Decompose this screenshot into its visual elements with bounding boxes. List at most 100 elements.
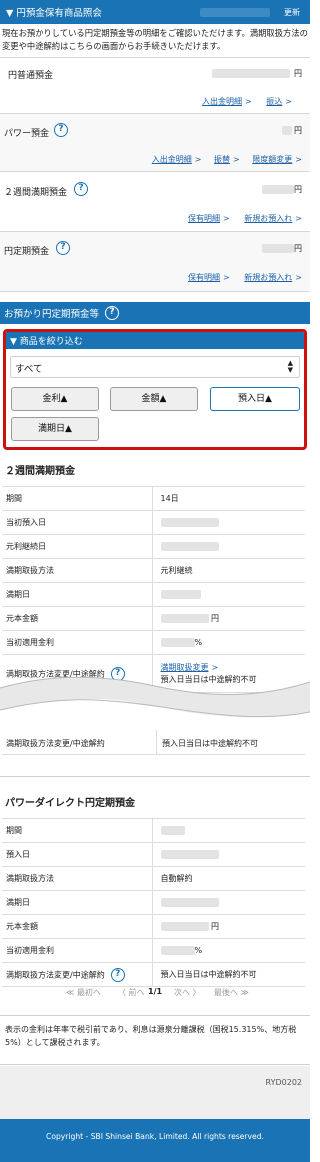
transfer-link[interactable]: 振替 xyxy=(214,155,230,164)
masked-balance xyxy=(282,126,292,135)
row-label: 期間 xyxy=(2,818,152,843)
help-icon[interactable]: ? xyxy=(110,967,125,982)
first-page-link[interactable]: ≪ 最初へ xyxy=(66,987,101,998)
row-label: 満期日 xyxy=(2,890,152,915)
balance-unit: 円 xyxy=(294,244,302,253)
row-label: 預入日 xyxy=(2,842,152,867)
account-row-2week: ２週間満期預金 ? 円 保有明細 > 新規お預入れ > xyxy=(0,172,310,232)
refresh-link[interactable]: 更新 xyxy=(284,7,300,18)
table-row: 満期取扱方法変更/中途解約? 預入日当日は中途解約不可 xyxy=(2,962,305,987)
sort-rate-button[interactable]: 金利▲ xyxy=(11,387,99,411)
holdings-description: 現在お預かりしている円定期預金等の明細をご確認いただけます。満期取扱方法の変更や… xyxy=(2,28,308,51)
table-row: 元本金額 円 xyxy=(2,606,305,631)
product1-title: ２週間満期預金 xyxy=(5,466,75,477)
chevron-right-icon: > xyxy=(223,214,230,223)
masked-value xyxy=(160,518,219,527)
masked-value xyxy=(160,898,219,907)
balance-unit: 円 xyxy=(294,126,302,135)
product2-title: パワーダイレクト円定期預金 xyxy=(5,798,135,809)
unit: % xyxy=(194,638,203,647)
product-select[interactable]: すべて ▲ ▼ xyxy=(10,356,300,378)
new-deposit-link[interactable]: 新規お預入れ xyxy=(244,214,292,223)
sort-amount-button[interactable]: 金額▲ xyxy=(110,387,198,411)
balance-unit: 円 xyxy=(294,185,302,194)
help-icon[interactable]: ? xyxy=(56,241,70,255)
row-value: 預入日当日は中途解約不可 xyxy=(162,739,258,748)
row-label: 当初適用金利 xyxy=(2,938,152,963)
filter-panel: ▼ 商品を絞り込む すべて ▲ ▼ 金利▲ 金額▲ 預入日▲ 満期日▲ xyxy=(3,329,307,450)
holdings-title: ▼ 円預金保有商品照会 xyxy=(6,8,102,19)
product2-table: 期間 預入日 満期取扱方法 自動解約 満期日 元本金額 円 当初適用金利 % 満… xyxy=(2,818,305,987)
masked-value xyxy=(160,614,209,623)
page-indicator: 1/1 xyxy=(148,987,163,996)
masked-timestamp xyxy=(200,7,270,17)
screen-id: RYD0202 xyxy=(265,1078,302,1087)
chevron-right-icon: > xyxy=(285,97,292,106)
masked-balance xyxy=(262,185,294,194)
screen-id-area: RYD0202 xyxy=(0,1066,310,1119)
holdings-detail-link[interactable]: 保有明細 xyxy=(188,273,220,282)
holdings-detail-link[interactable]: 保有明細 xyxy=(188,214,220,223)
chevron-right-icon: > xyxy=(194,155,202,164)
row-value: 14日 xyxy=(151,486,305,511)
torn-edge-divider xyxy=(0,676,310,718)
sort-deposit-date-button[interactable]: 預入日▲ xyxy=(210,387,300,411)
help-icon[interactable]: ? xyxy=(54,123,68,137)
table-row: 期間 xyxy=(2,818,305,843)
table-row: 当初預入日 xyxy=(2,510,305,535)
account-row-savings: 円普通預金 円 入出金明細 > 振込 > xyxy=(0,57,310,114)
help-icon[interactable]: ? xyxy=(74,182,88,196)
sort-maturity-date-button[interactable]: 満期日▲ xyxy=(11,417,99,441)
torn-row: 満期取扱方法変更/中途解約 預入日当日は中途解約不可 xyxy=(2,730,305,755)
chevron-right-icon: > xyxy=(295,273,302,282)
new-deposit-link[interactable]: 新規お預入れ xyxy=(244,273,292,282)
table-row: 期間 14日 xyxy=(2,486,305,511)
footnote-box: 表示の金利は年率で税引前であり、利息は源泉分離課税（国税15.315%、地方税5… xyxy=(0,1015,310,1065)
product1-table: 期間 14日 当初預入日 元利継続日 満期取扱方法 元利継続 満期日 元本金額 … xyxy=(2,486,305,693)
row-label: 期間 xyxy=(2,486,152,511)
next-page-link[interactable]: 次へ 〉 xyxy=(174,987,201,998)
filter-header[interactable]: ▼ 商品を絞り込む xyxy=(6,332,304,349)
filter-title: ▼ 商品を絞り込む xyxy=(10,337,83,347)
select-arrows-icon: ▲ ▼ xyxy=(287,359,293,374)
table-row: 満期日 xyxy=(2,582,305,607)
masked-value xyxy=(160,922,209,931)
masked-value xyxy=(160,638,195,647)
row-value: 元利継続 xyxy=(151,558,305,583)
transaction-detail-link[interactable]: 入出金明細 xyxy=(152,155,192,164)
row-label: 元本金額 xyxy=(2,914,152,939)
masked-balance xyxy=(212,69,290,78)
row-label: 満期取扱方法 xyxy=(2,558,152,583)
row-label: 当初適用金利 xyxy=(2,630,152,655)
unit: % xyxy=(194,946,203,955)
masked-value xyxy=(160,946,195,955)
select-value: すべて xyxy=(15,364,43,375)
account-name: パワー預金 xyxy=(4,129,50,139)
prev-page-link[interactable]: 〈 前へ xyxy=(118,987,145,998)
help-icon[interactable]: ? xyxy=(105,306,120,320)
account-row-power: パワー預金 ? 円 入出金明細 > 振替 > 限度額変更 > xyxy=(0,114,310,172)
account-name: 円定期預金 xyxy=(4,247,50,257)
row-value: 預入日当日は中途解約不可 xyxy=(151,962,305,987)
row-label: 満期日 xyxy=(2,582,152,607)
last-page-link[interactable]: 最後へ ≫ xyxy=(214,987,249,998)
account-name: 円普通預金 xyxy=(8,71,54,81)
maturity-change-link[interactable]: 満期取扱変更 xyxy=(161,663,209,672)
transaction-detail-link[interactable]: 入出金明細 xyxy=(202,97,242,106)
chevron-right-icon: > xyxy=(223,273,230,282)
balance-unit: 円 xyxy=(294,69,302,78)
table-row: 元本金額 円 xyxy=(2,914,305,939)
table-row: 当初適用金利 % xyxy=(2,938,305,963)
holdings-header: ▼ 円預金保有商品照会 更新 xyxy=(0,0,310,24)
row-label: 満期取扱方法変更/中途解約 xyxy=(6,739,105,748)
footer: Copyright - SBI Shinsei Bank, Limited. A… xyxy=(0,1119,310,1162)
table-row: 当初適用金利 % xyxy=(2,630,305,655)
table-row: 満期取扱方法 自動解約 xyxy=(2,866,305,891)
masked-value xyxy=(160,850,219,859)
product-separator xyxy=(0,776,310,777)
account-row-time: 円定期預金 ? 円 保有明細 > 新規お預入れ > xyxy=(0,232,310,292)
table-row: 満期取扱方法 元利継続 xyxy=(2,558,305,583)
limit-change-link[interactable]: 限度額変更 xyxy=(252,155,292,164)
transfer-link[interactable]: 振込 xyxy=(266,97,282,106)
masked-balance xyxy=(262,244,294,253)
